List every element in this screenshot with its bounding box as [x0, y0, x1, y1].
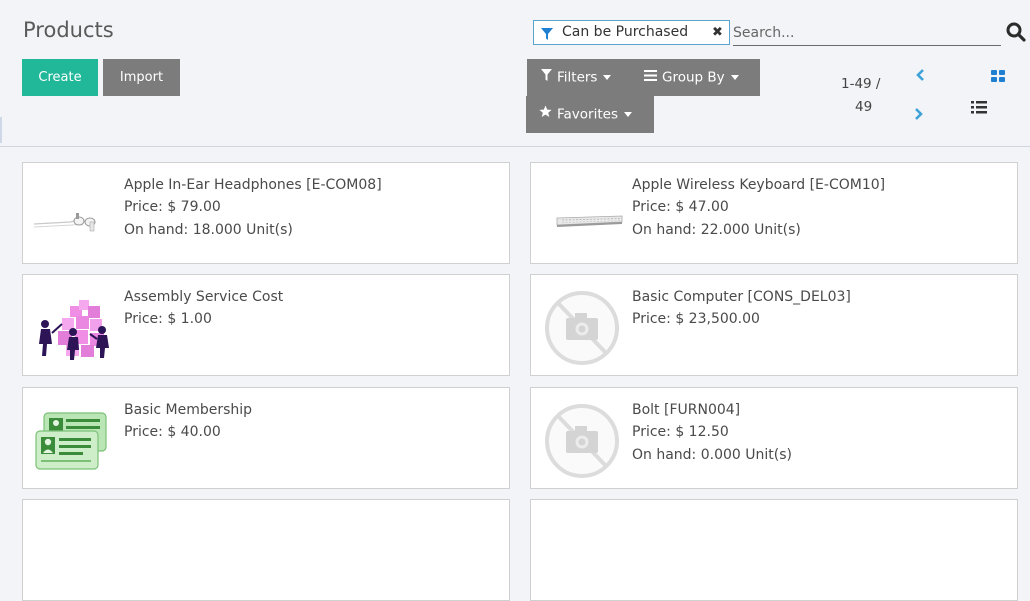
pager-total: 49: [855, 99, 873, 115]
product-name: Bolt [FURN004]: [632, 402, 741, 418]
product-price: Price: $ 1.00: [124, 311, 212, 327]
filter-icon: [541, 59, 552, 96]
chevron-down-icon: [623, 112, 632, 117]
chevron-down-icon: [603, 75, 612, 80]
search-facet: Can be Purchased ✖: [533, 20, 730, 45]
membership-cards-image: [32, 397, 116, 481]
left-edge-marker: [0, 117, 2, 143]
pager-range[interactable]: 1-49 /: [841, 76, 880, 92]
product-card[interactable]: Assembly Service Cost Price: $ 1.00: [22, 274, 510, 376]
control-panel: Products Create Import Can be Purchased …: [0, 0, 1030, 147]
product-price: Price: $ 12.50: [632, 424, 729, 440]
chevron-left-icon[interactable]: [914, 67, 926, 86]
list-view-icon[interactable]: [971, 99, 987, 118]
product-price: Price: $ 40.00: [124, 424, 221, 440]
chevron-right-icon[interactable]: [913, 106, 925, 125]
product-card[interactable]: [22, 499, 510, 601]
no-image-placeholder-icon: [540, 284, 624, 368]
product-on-hand: On hand: 22.000 Unit(s): [632, 222, 801, 238]
bars-icon: [644, 59, 657, 96]
star-icon: [539, 96, 552, 133]
group-by-label: Group By: [662, 69, 725, 86]
product-name: Apple In-Ear Headphones [E-COM08]: [124, 177, 382, 193]
chevron-down-icon: [730, 75, 739, 80]
product-name: Apple Wireless Keyboard [E-COM10]: [632, 177, 886, 193]
product-price: Price: $ 23,500.00: [632, 311, 760, 327]
keyboard-image: [540, 172, 624, 256]
create-button[interactable]: Create: [22, 59, 98, 96]
facet-label: Can be Purchased: [562, 24, 689, 40]
product-price: Price: $ 47.00: [632, 199, 729, 215]
magnifier-icon[interactable]: [1006, 22, 1026, 46]
no-image-placeholder-icon: [540, 397, 624, 481]
close-icon[interactable]: ✖: [712, 21, 723, 44]
product-card[interactable]: Apple Wireless Keyboard [E-COM10] Price:…: [530, 162, 1018, 264]
product-card[interactable]: Basic Computer [CONS_DEL03] Price: $ 23,…: [530, 274, 1018, 376]
product-card[interactable]: [530, 499, 1018, 601]
product-name: Basic Computer [CONS_DEL03]: [632, 289, 851, 305]
kanban-view-icon[interactable]: [991, 67, 1005, 86]
product-on-hand: On hand: 0.000 Unit(s): [632, 447, 792, 463]
group-by-dropdown[interactable]: Group By: [634, 59, 760, 96]
page-title: Products: [23, 18, 114, 42]
import-button[interactable]: Import: [103, 59, 180, 96]
product-price: Price: $ 79.00: [124, 199, 221, 215]
headphones-image: [32, 172, 116, 256]
filters-dropdown[interactable]: Filters: [527, 59, 634, 96]
product-card[interactable]: Apple In-Ear Headphones [E-COM08] Price:…: [22, 162, 510, 264]
favorites-label: Favorites: [557, 106, 618, 123]
product-on-hand: On hand: 18.000 Unit(s): [124, 222, 293, 238]
assembly-workers-image: [32, 284, 116, 368]
product-card[interactable]: Bolt [FURN004] Price: $ 12.50 On hand: 0…: [530, 387, 1018, 489]
filters-label: Filters: [557, 69, 598, 86]
product-name: Basic Membership: [124, 402, 253, 418]
funnel-icon: [540, 26, 554, 49]
favorites-dropdown[interactable]: Favorites: [526, 96, 654, 133]
search-input[interactable]: [733, 20, 1001, 46]
product-card[interactable]: Basic Membership Price: $ 40.00: [22, 387, 510, 489]
product-name: Assembly Service Cost: [124, 289, 284, 305]
